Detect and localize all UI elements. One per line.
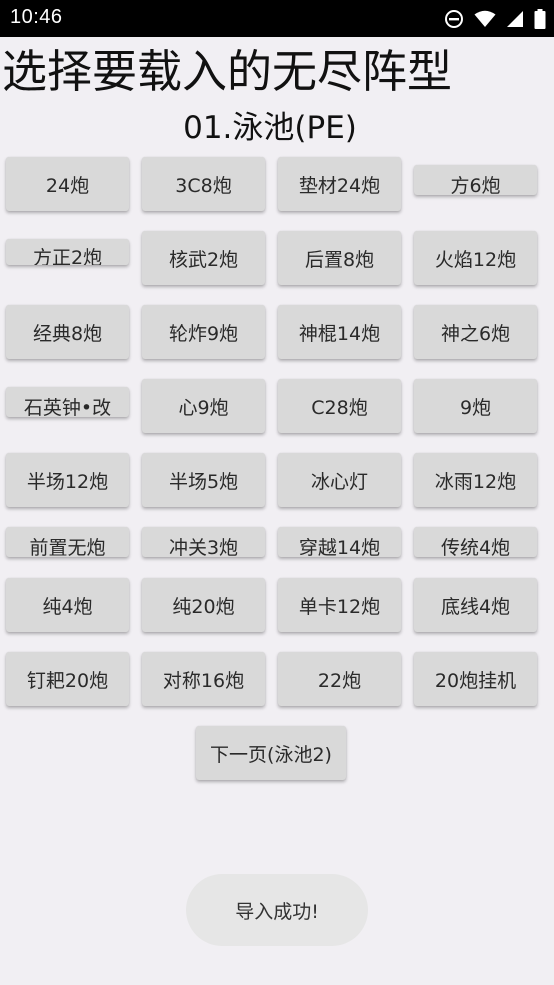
formation-button[interactable]: 3C8炮 bbox=[142, 157, 265, 211]
formation-button[interactable]: 方6炮 bbox=[414, 165, 537, 195]
formation-button[interactable]: 垫材24炮 bbox=[278, 157, 401, 211]
formation-button[interactable]: 冰心灯 bbox=[278, 453, 401, 507]
button-label: 9炮 bbox=[459, 396, 492, 419]
button-label: 冲关3炮 bbox=[168, 537, 239, 557]
formation-button[interactable]: 半场5炮 bbox=[142, 453, 265, 507]
formation-button[interactable]: 方正2炮 bbox=[6, 239, 129, 265]
formation-button[interactable]: 心9炮 bbox=[142, 379, 265, 433]
button-label: 方正2炮 bbox=[32, 247, 103, 265]
button-label: 下一页(泳池2) bbox=[210, 743, 332, 766]
battery-icon bbox=[534, 9, 546, 29]
button-label: 半场12炮 bbox=[26, 470, 109, 493]
formation-button[interactable]: 神之6炮 bbox=[414, 305, 537, 359]
button-label: 20炮挂机 bbox=[434, 669, 517, 692]
formation-button[interactable]: 神棍14炮 bbox=[278, 305, 401, 359]
map-subtitle: 01.泳池(PE) bbox=[183, 110, 357, 146]
formation-button[interactable]: 钉耙20炮 bbox=[6, 652, 129, 706]
button-label: 神棍14炮 bbox=[298, 322, 381, 345]
formation-button[interactable]: 穿越14炮 bbox=[278, 527, 401, 557]
formation-button[interactable]: 20炮挂机 bbox=[414, 652, 537, 706]
button-label: 3C8炮 bbox=[175, 174, 232, 197]
button-label: 火焰12炮 bbox=[434, 248, 517, 271]
page-title: 选择要载入的无尽阵型 bbox=[2, 45, 453, 98]
formation-button[interactable]: 22炮 bbox=[278, 652, 401, 706]
formation-button[interactable]: 冰雨12炮 bbox=[414, 453, 537, 507]
button-label: 对称16炮 bbox=[162, 669, 245, 692]
formation-button[interactable]: 传统4炮 bbox=[414, 527, 537, 557]
formation-button[interactable]: C28炮 bbox=[278, 379, 401, 433]
button-label: 半场5炮 bbox=[168, 470, 239, 493]
button-label: 冰心灯 bbox=[310, 470, 368, 493]
button-label: 前置无炮 bbox=[29, 537, 106, 557]
button-label: 单卡12炮 bbox=[298, 595, 381, 618]
formation-button[interactable]: 对称16炮 bbox=[142, 652, 265, 706]
formation-button[interactable]: 后置8炮 bbox=[278, 231, 401, 285]
button-label: 后置8炮 bbox=[304, 248, 375, 271]
formation-button[interactable]: 前置无炮 bbox=[6, 527, 129, 557]
button-label: 心9炮 bbox=[178, 396, 229, 419]
button-label: 底线4炮 bbox=[440, 595, 511, 618]
button-label: 石英钟•改 bbox=[23, 397, 112, 417]
formation-button[interactable]: 单卡12炮 bbox=[278, 578, 401, 632]
toast-message: 导入成功! bbox=[235, 900, 319, 923]
formation-button[interactable]: 石英钟•改 bbox=[6, 387, 129, 417]
formation-button[interactable]: 底线4炮 bbox=[414, 578, 537, 632]
button-label: 22炮 bbox=[317, 669, 362, 692]
do-not-disturb-icon bbox=[444, 9, 464, 29]
button-label: 核武2炮 bbox=[168, 248, 239, 271]
next-page-button[interactable]: 下一页(泳池2) bbox=[196, 726, 346, 780]
button-label: 24炮 bbox=[45, 174, 90, 197]
button-label: 纯20炮 bbox=[172, 595, 235, 618]
status-icons bbox=[444, 7, 546, 31]
wifi-icon bbox=[474, 10, 496, 28]
button-label: 穿越14炮 bbox=[298, 537, 381, 557]
formation-button[interactable]: 冲关3炮 bbox=[142, 527, 265, 557]
button-label: 冰雨12炮 bbox=[434, 470, 517, 493]
signal-icon bbox=[506, 10, 524, 28]
button-label: 纯4炮 bbox=[42, 595, 93, 618]
status-bar: 10:46 bbox=[0, 0, 554, 37]
formation-button[interactable]: 火焰12炮 bbox=[414, 231, 537, 285]
button-label: 轮炸9炮 bbox=[168, 322, 239, 345]
formation-button[interactable]: 半场12炮 bbox=[6, 453, 129, 507]
button-label: 神之6炮 bbox=[440, 322, 511, 345]
formation-button[interactable]: 轮炸9炮 bbox=[142, 305, 265, 359]
toast: 导入成功! bbox=[186, 874, 368, 946]
formation-button[interactable]: 纯20炮 bbox=[142, 578, 265, 632]
button-label: 传统4炮 bbox=[440, 537, 511, 557]
status-time: 10:46 bbox=[10, 6, 63, 28]
formation-button[interactable]: 经典8炮 bbox=[6, 305, 129, 359]
formation-button[interactable]: 9炮 bbox=[414, 379, 537, 433]
button-label: C28炮 bbox=[311, 396, 368, 419]
formation-button[interactable]: 核武2炮 bbox=[142, 231, 265, 285]
button-label: 方6炮 bbox=[450, 175, 501, 195]
button-label: 垫材24炮 bbox=[298, 174, 381, 197]
formation-button[interactable]: 纯4炮 bbox=[6, 578, 129, 632]
formation-button[interactable]: 24炮 bbox=[6, 157, 129, 211]
button-label: 经典8炮 bbox=[32, 322, 103, 345]
button-label: 钉耙20炮 bbox=[26, 669, 109, 692]
